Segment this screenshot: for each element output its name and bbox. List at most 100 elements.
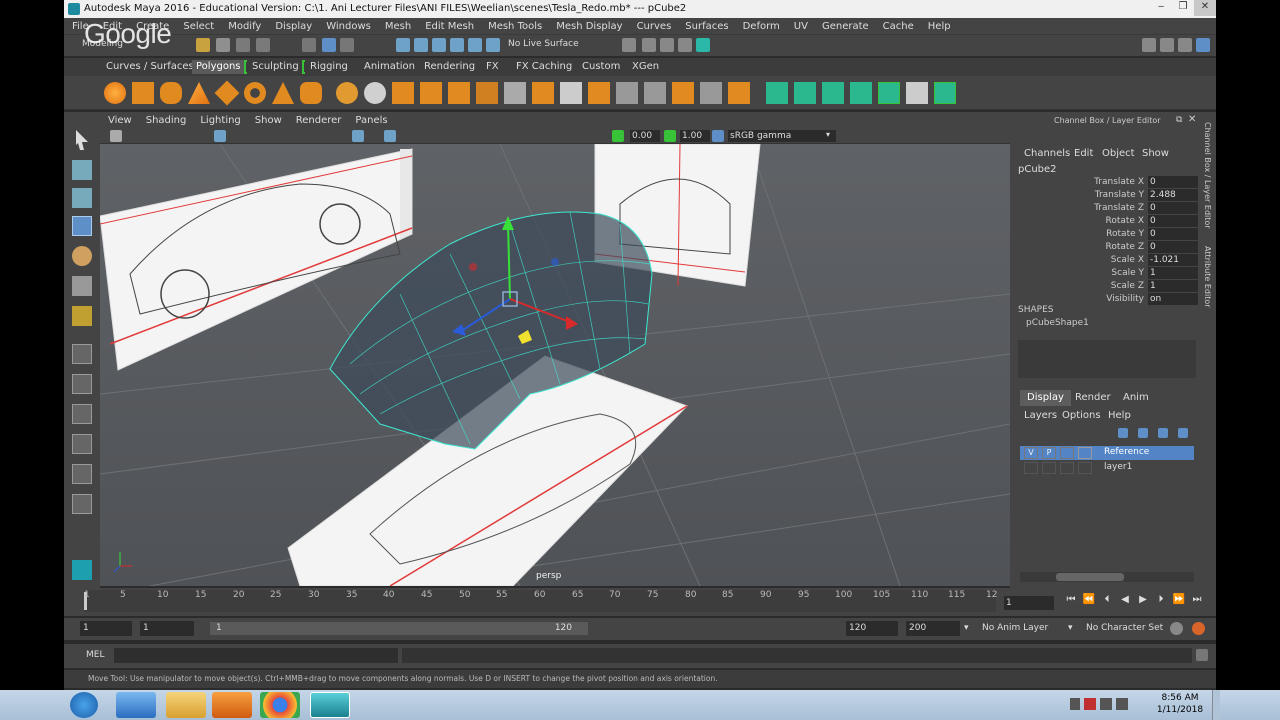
layer-display-type-toggle[interactable] — [1060, 447, 1074, 459]
snap-grid-icon[interactable] — [396, 38, 410, 52]
character-set-dropdown[interactable]: No Character Set — [1086, 623, 1163, 633]
chevron-down-icon[interactable]: ▾ — [1068, 623, 1073, 633]
uv-automatic-icon[interactable] — [850, 82, 872, 104]
wireframe-toggle-icon[interactable] — [352, 130, 364, 142]
play-forwards-button[interactable]: ▶ — [1134, 594, 1152, 605]
go-to-start-button[interactable]: ⏮ — [1062, 594, 1080, 605]
attr-value-rotate-z[interactable]: 0 — [1148, 241, 1198, 253]
modeling-toolkit-icon[interactable] — [1142, 38, 1156, 52]
layer-color-swatch[interactable] — [1078, 447, 1092, 459]
color-space-dropdown[interactable]: sRGB gamma — [728, 130, 836, 142]
multi-cut-icon[interactable] — [504, 82, 526, 104]
render-view-icon[interactable] — [696, 38, 710, 52]
exposure-icon[interactable] — [612, 130, 624, 142]
gamma-field[interactable]: 1.00 — [680, 130, 710, 142]
append-polygon-icon[interactable] — [616, 82, 638, 104]
viewport-menu-panels[interactable]: Panels — [355, 115, 387, 126]
playback-start-field[interactable]: 1 — [140, 621, 194, 636]
shelf-tab-polygons[interactable]: Polygons — [192, 60, 245, 74]
layer-menu-layers[interactable]: Layers — [1024, 410, 1057, 421]
command-input[interactable] — [114, 648, 398, 663]
shelf-tab-sculpting[interactable]: Sculpting — [248, 60, 303, 74]
new-layer-icon[interactable] — [1158, 428, 1168, 438]
bridge-icon[interactable] — [476, 82, 498, 104]
attr-value-translate-x[interactable]: 0 — [1148, 176, 1198, 188]
smooth-shade-icon[interactable] — [384, 130, 396, 142]
attr-value-visibility[interactable]: on — [1148, 293, 1198, 305]
channel-box-icon[interactable] — [1196, 38, 1210, 52]
layer-scrollbar[interactable] — [1020, 572, 1194, 582]
perspective-viewport[interactable] — [100, 144, 1010, 586]
menu-curves[interactable]: Curves — [637, 21, 672, 32]
viewport-menu-renderer[interactable]: Renderer — [296, 115, 342, 126]
volume-icon[interactable] — [1116, 698, 1128, 710]
anim-layer-dropdown[interactable]: No Anim Layer — [982, 623, 1048, 633]
menu-modify[interactable]: Modify — [228, 21, 261, 32]
action-center-icon[interactable] — [1084, 698, 1096, 710]
layer-tab-display[interactable]: Display — [1020, 390, 1071, 406]
attribute-editor-icon[interactable] — [1160, 38, 1174, 52]
menu-edit-mesh[interactable]: Edit Mesh — [425, 21, 474, 32]
select-component-icon[interactable] — [340, 38, 354, 52]
select-object-icon[interactable] — [322, 38, 336, 52]
snap-curve-icon[interactable] — [414, 38, 428, 52]
script-editor-icon[interactable] — [1196, 649, 1208, 661]
move-tool-icon[interactable] — [72, 216, 92, 236]
menu-display[interactable]: Display — [275, 21, 312, 32]
attr-value-translate-z[interactable]: 0 — [1148, 202, 1198, 214]
cb-menu-edit[interactable]: Edit — [1074, 148, 1093, 159]
step-back-frame-button[interactable]: ⏴ — [1098, 594, 1116, 605]
move-layer-down-icon[interactable] — [1138, 428, 1148, 438]
snap-view-icon[interactable] — [486, 38, 500, 52]
shape-node-name[interactable]: pCubeShape1 — [1026, 318, 1089, 328]
shelf-tab-rigging[interactable]: Rigging — [306, 60, 352, 74]
live-surface-field[interactable]: No Live Surface — [508, 39, 579, 49]
network-icon[interactable] — [1100, 698, 1112, 710]
exposure-field[interactable]: 0.00 — [630, 130, 660, 142]
poly-pipe-icon[interactable] — [300, 82, 322, 104]
side-tab-attribute-editor[interactable]: Attribute Editor — [1200, 246, 1212, 316]
viewport-menu-view[interactable]: View — [108, 115, 132, 126]
attr-value-rotate-y[interactable]: 0 — [1148, 228, 1198, 240]
shelf-tab-animation[interactable]: Animation — [360, 60, 419, 74]
internet-explorer-icon[interactable] — [116, 692, 156, 718]
play-backwards-button[interactable]: ◀ — [1116, 594, 1134, 605]
cb-menu-object[interactable]: Object — [1102, 148, 1135, 159]
shelf-tab-curves-surfaces[interactable]: Curves / Surfaces — [102, 60, 198, 74]
attr-value-scale-z[interactable]: 1 — [1148, 280, 1198, 292]
attr-value-translate-y[interactable]: 2.488 — [1148, 189, 1198, 201]
show-desktop-button[interactable] — [1212, 690, 1220, 720]
extract-icon[interactable] — [448, 82, 470, 104]
shelf-tab-xgen[interactable]: XGen — [628, 60, 663, 74]
color-management-icon[interactable] — [712, 130, 724, 142]
close-panel-icon[interactable]: ✕ — [1188, 114, 1196, 125]
snap-surface-icon[interactable] — [468, 38, 482, 52]
grid-toggle-icon[interactable] — [214, 130, 226, 142]
merge-icon[interactable] — [672, 82, 694, 104]
move-layer-up-icon[interactable] — [1118, 428, 1128, 438]
go-to-end-button[interactable]: ⏭ — [1188, 594, 1206, 605]
tool-settings-icon[interactable] — [1178, 38, 1192, 52]
cb-menu-channels[interactable]: Channels — [1024, 148, 1070, 159]
viewport-menu-shading[interactable]: Shading — [146, 115, 187, 126]
shelf-tab-fx[interactable]: FX — [482, 60, 503, 74]
menu-select[interactable]: Select — [183, 21, 214, 32]
snap-plane-icon[interactable] — [450, 38, 464, 52]
tray-arrow-icon[interactable] — [1070, 698, 1080, 710]
uv-cylindrical-icon[interactable] — [794, 82, 816, 104]
layer-row-reference[interactable]: V P Reference — [1020, 446, 1194, 460]
float-panel-icon[interactable]: ⧉ — [1176, 115, 1182, 125]
render-settings-icon[interactable] — [660, 38, 674, 52]
menu-help[interactable]: Help — [928, 21, 951, 32]
menu-mesh-tools[interactable]: Mesh Tools — [488, 21, 542, 32]
layer-menu-options[interactable]: Options — [1062, 410, 1101, 421]
scale-tool-icon[interactable] — [72, 276, 92, 296]
layer-playback-toggle[interactable] — [1042, 462, 1056, 474]
layer-visibility-toggle[interactable] — [1024, 462, 1038, 474]
select-hierarchy-icon[interactable] — [302, 38, 316, 52]
current-frame-field[interactable]: 1 — [1004, 596, 1054, 610]
menu-surfaces[interactable]: Surfaces — [685, 21, 728, 32]
step-back-key-button[interactable]: ⏪ — [1080, 594, 1098, 605]
combine-icon[interactable] — [336, 82, 358, 104]
range-bar[interactable]: 1 120 — [210, 622, 588, 635]
